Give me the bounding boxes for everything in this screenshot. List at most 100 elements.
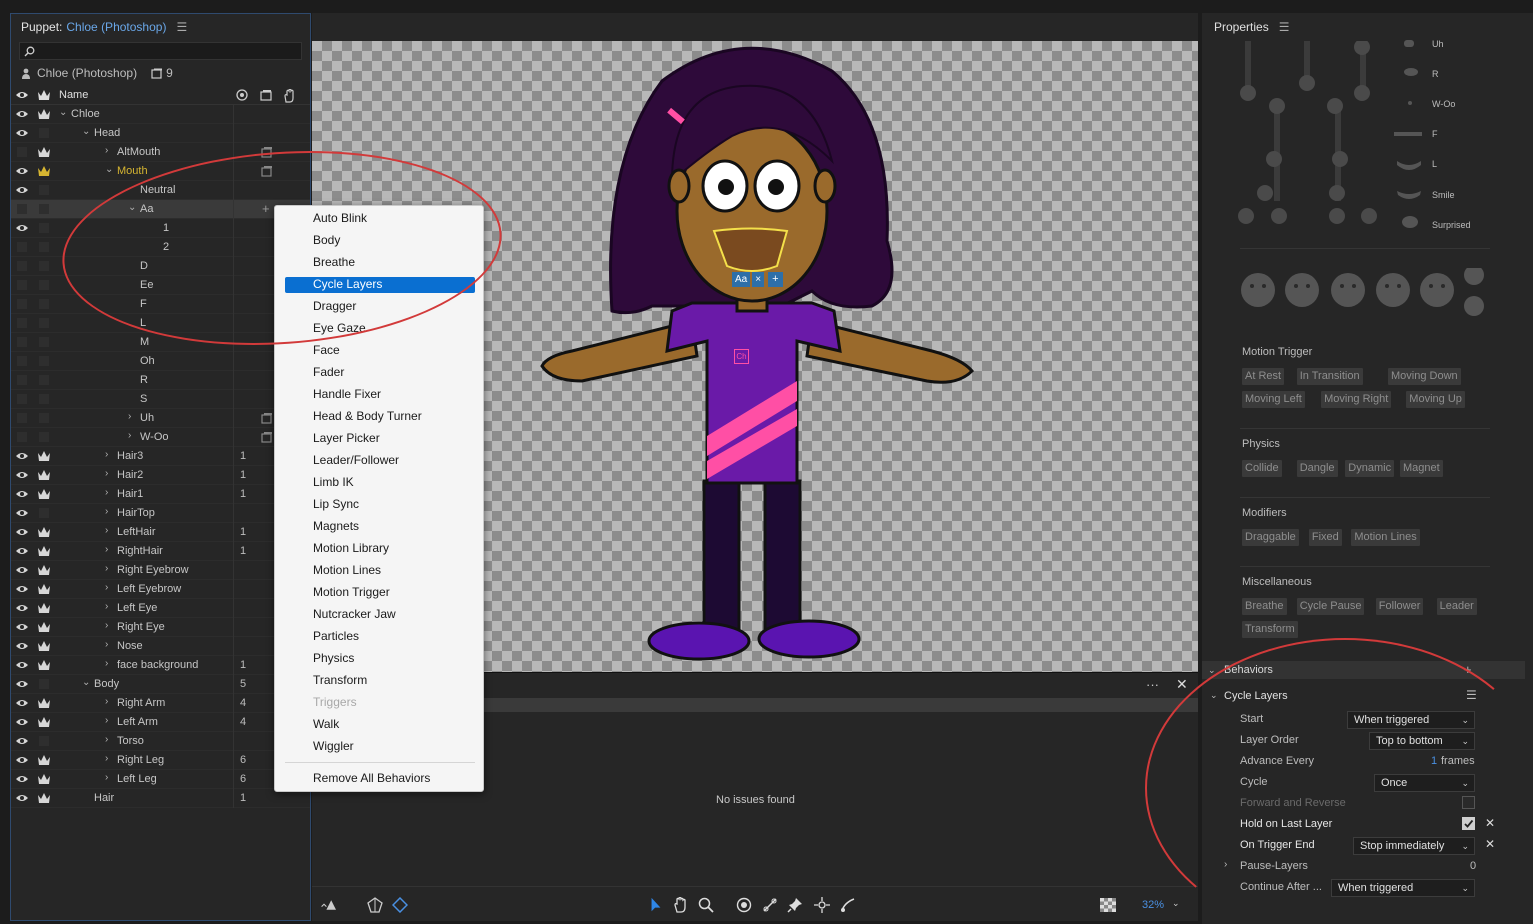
visibility-toggle[interactable] — [17, 147, 27, 157]
chevron-down-icon[interactable]: ⌄ — [82, 126, 90, 137]
tag-toggle[interactable] — [39, 318, 49, 328]
visibility-eye-icon[interactable] — [15, 89, 29, 101]
close-panel-icon[interactable]: ✕ — [1176, 676, 1188, 693]
tag-toggle[interactable] — [39, 280, 49, 290]
visibility-toggle[interactable] — [17, 356, 27, 366]
viseme-label-r[interactable]: R — [1432, 69, 1439, 79]
behaviors-stack-icon[interactable] — [260, 89, 273, 101]
tag-crown-icon[interactable] — [37, 621, 51, 633]
chevron-right-icon[interactable]: › — [105, 696, 108, 707]
tag-crown-icon[interactable] — [37, 146, 51, 158]
pin-tool-icon[interactable] — [787, 897, 803, 913]
menu-item-wiggler[interactable]: Wiggler — [285, 739, 475, 755]
tag-breathe[interactable]: Breathe — [1242, 598, 1287, 615]
menu-item-dragger[interactable]: Dragger — [285, 299, 475, 315]
layer-row-left-arm[interactable]: › Left Arm 4 — [11, 713, 310, 732]
visibility-toggle[interactable] — [17, 299, 27, 309]
tag-toggle[interactable] — [39, 204, 49, 214]
layer-row-l[interactable]: L — [11, 314, 310, 333]
menu-item-magnets[interactable]: Magnets — [285, 519, 475, 535]
visibility-eye-icon[interactable] — [15, 451, 29, 461]
menu-item-handle-fixer[interactable]: Handle Fixer — [285, 387, 475, 403]
tag-toggle[interactable] — [39, 508, 49, 518]
layer-row-right-eye[interactable]: › Right Eye — [11, 618, 310, 637]
menu-item-eye-gaze[interactable]: Eye Gaze — [285, 321, 475, 337]
visibility-eye-icon[interactable] — [15, 755, 29, 765]
visibility-eye-icon[interactable] — [15, 185, 29, 195]
zoom-dropdown-chevron-icon[interactable]: ⌄ — [1172, 898, 1180, 909]
layer-handle-badge[interactable]: Aa × + — [732, 272, 783, 287]
tag-toggle[interactable] — [39, 299, 49, 309]
layer-row-r[interactable]: R — [11, 371, 310, 390]
forward-reverse-checkbox[interactable] — [1462, 796, 1475, 809]
advance-every-value[interactable]: 1 — [1431, 755, 1437, 767]
chevron-right-icon[interactable]: › — [128, 411, 131, 422]
face-tag-buttons[interactable] — [1238, 268, 1488, 318]
menu-item-body[interactable]: Body — [285, 233, 475, 249]
handle-tag-diagram[interactable] — [1232, 41, 1412, 231]
layer-row-aa[interactable]: ⌄ Aa + — [11, 200, 310, 219]
layer-row-ee[interactable]: Ee — [11, 276, 310, 295]
tag-draggable[interactable]: Draggable — [1242, 529, 1299, 546]
visibility-toggle[interactable] — [17, 242, 27, 252]
chevron-down-icon[interactable]: ⌄ — [128, 202, 136, 213]
tag-toggle[interactable] — [39, 736, 49, 746]
layer-row-left-eyebrow[interactable]: › Left Eyebrow — [11, 580, 310, 599]
layer-row-right-arm[interactable]: › Right Arm 4 — [11, 694, 310, 713]
visibility-eye-icon[interactable] — [15, 546, 29, 556]
tag-crown-icon[interactable] — [37, 773, 51, 785]
tag-crown-icon[interactable] — [37, 108, 51, 120]
layer-row-head[interactable]: ⌄ Head — [11, 124, 310, 143]
tag-crown-icon[interactable] — [37, 469, 51, 481]
layer-row-mouth[interactable]: ⌄ Mouth — [11, 162, 310, 181]
tag-toggle[interactable] — [39, 413, 49, 423]
layer-row-hairtop[interactable]: › HairTop — [11, 504, 310, 523]
tag-toggle[interactable] — [39, 185, 49, 195]
tag-toggle[interactable] — [39, 223, 49, 233]
tag-crown-icon[interactable] — [37, 526, 51, 538]
behaviors-stack-icon[interactable] — [261, 431, 273, 443]
tag-transform[interactable]: Transform — [1242, 621, 1298, 638]
menu-item-motion-library[interactable]: Motion Library — [285, 541, 475, 557]
cycle-select[interactable]: Once ⌄ — [1374, 774, 1475, 792]
tag-moving-right[interactable]: Moving Right — [1321, 391, 1392, 408]
visibility-toggle[interactable] — [17, 413, 27, 423]
start-select[interactable]: When triggered ⌄ — [1347, 711, 1475, 729]
menu-item-auto-blink[interactable]: Auto Blink — [285, 211, 475, 227]
chevron-down-icon[interactable]: ⌄ — [105, 164, 113, 175]
chevron-right-icon[interactable]: › — [105, 639, 108, 650]
hand-tool-icon[interactable] — [673, 897, 689, 913]
visibility-eye-icon[interactable] — [15, 527, 29, 537]
visibility-toggle[interactable] — [17, 318, 27, 328]
visibility-toggle[interactable] — [17, 394, 27, 404]
chevron-right-icon[interactable]: › — [105, 772, 108, 783]
visibility-toggle[interactable] — [17, 375, 27, 385]
layer-row-nose[interactable]: › Nose — [11, 637, 310, 656]
menu-item-particles[interactable]: Particles — [285, 629, 475, 645]
layer-row-w-oo[interactable]: › W-Oo — [11, 428, 310, 447]
viseme-label-uh[interactable]: Uh — [1432, 39, 1444, 49]
menu-item-face[interactable]: Face — [285, 343, 475, 359]
handle-remove-button[interactable]: × — [752, 272, 765, 287]
visibility-toggle[interactable] — [17, 337, 27, 347]
chevron-right-icon[interactable]: › — [105, 449, 108, 460]
chevron-right-icon[interactable]: › — [105, 715, 108, 726]
dragger-tool-icon[interactable] — [814, 897, 830, 913]
tag-cycle-pause[interactable]: Cycle Pause — [1296, 598, 1365, 615]
menu-item-motion-lines[interactable]: Motion Lines — [285, 563, 475, 579]
tag-dynamic[interactable]: Dynamic — [1345, 460, 1395, 477]
tag-crown-icon[interactable] — [37, 640, 51, 652]
on-trigger-end-clear-icon[interactable]: ✕ — [1485, 837, 1495, 851]
visibility-eye-icon[interactable] — [15, 603, 29, 613]
record-target-icon[interactable] — [236, 89, 248, 101]
visibility-toggle[interactable] — [17, 432, 27, 442]
chevron-right-icon[interactable]: › — [105, 544, 108, 555]
menu-item-cycle-layers[interactable]: Cycle Layers — [285, 277, 475, 293]
menu-item-limb-ik[interactable]: Limb IK — [285, 475, 475, 491]
cycle-layers-menu-icon[interactable]: ☰ — [1466, 688, 1477, 702]
menu-item-head-body-turner[interactable]: Head & Body Turner — [285, 409, 475, 425]
behaviors-stack-icon[interactable] — [261, 165, 273, 177]
on-trigger-end-select[interactable]: Stop immediately ⌄ — [1353, 837, 1475, 855]
menu-item-motion-trigger[interactable]: Motion Trigger — [285, 585, 475, 601]
layer-order-select[interactable]: Top to bottom ⌄ — [1369, 732, 1475, 750]
